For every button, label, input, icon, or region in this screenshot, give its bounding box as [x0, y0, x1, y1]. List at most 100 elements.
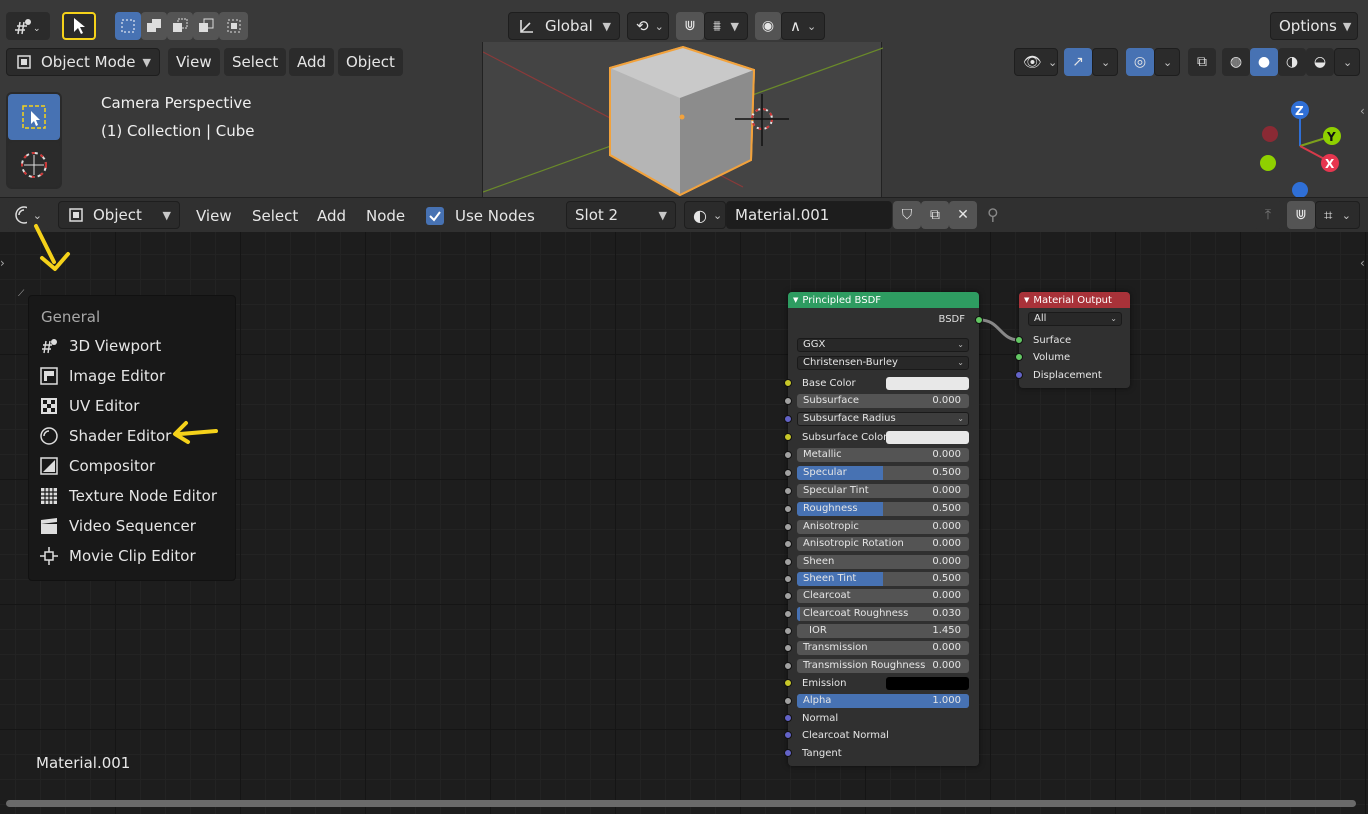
- menu-item-video-sequencer[interactable]: Video Sequencer: [39, 512, 235, 540]
- value-slider[interactable]: Clearcoat Roughness 0.030: [797, 607, 969, 621]
- gizmo-dropdown[interactable]: ⌄: [1092, 48, 1118, 76]
- value-slider[interactable]: Roughness 0.500: [797, 502, 969, 516]
- subsurface-color-swatch[interactable]: [886, 431, 969, 444]
- pivot-point-dropdown[interactable]: ⟲ ⌄: [627, 12, 669, 40]
- editor-type-viewport[interactable]: ⌄: [6, 12, 50, 40]
- collapse-arrow-icon[interactable]: ▼: [1024, 296, 1029, 304]
- gizmo-neg-z[interactable]: [1292, 182, 1308, 197]
- emission-swatch[interactable]: [886, 677, 969, 690]
- input-socket[interactable]: [784, 540, 792, 548]
- value-slider[interactable]: Sheen 0.000: [797, 555, 969, 569]
- input-socket[interactable]: [784, 644, 792, 652]
- select-extend-button[interactable]: [141, 12, 167, 40]
- shading-rendered[interactable]: ◒: [1306, 48, 1334, 76]
- node-menu-select[interactable]: Select: [252, 198, 298, 233]
- input-socket[interactable]: [784, 451, 792, 459]
- principled-node-header[interactable]: ▼ Principled BSDF: [788, 292, 979, 308]
- horizontal-scrollbar[interactable]: [6, 800, 1356, 807]
- menu-select[interactable]: Select: [224, 48, 287, 76]
- output-node-header[interactable]: ▼ Material Output: [1019, 292, 1130, 308]
- select-difference-button[interactable]: [193, 12, 219, 40]
- base-color-swatch[interactable]: [886, 377, 969, 390]
- select-intersect-button[interactable]: [219, 12, 248, 40]
- options-dropdown[interactable]: Options ▼: [1270, 12, 1358, 40]
- overlays-dropdown[interactable]: ⌄: [1154, 48, 1180, 76]
- tangent-socket[interactable]: [784, 749, 792, 757]
- parent-tree-button[interactable]: ⤒: [1254, 201, 1282, 229]
- subsurface-method-dropdown[interactable]: Christensen-Burley ⌄: [797, 356, 969, 370]
- value-slider[interactable]: Specular 0.500: [797, 466, 969, 480]
- transform-orientation-dropdown[interactable]: Global ▼: [508, 12, 620, 40]
- browse-material-dropdown[interactable]: ◐ ⌄: [684, 201, 726, 229]
- menu-item-compositor[interactable]: Compositor: [39, 452, 235, 480]
- value-slider[interactable]: Transmission Roughness 0.000: [797, 659, 969, 673]
- input-socket[interactable]: [784, 469, 792, 477]
- collapse-arrow-icon[interactable]: ▼: [793, 296, 798, 304]
- duplicate-material-button[interactable]: ⧉: [921, 201, 949, 229]
- material-name-field[interactable]: Material.001: [726, 201, 892, 229]
- input-socket[interactable]: [784, 592, 792, 600]
- select-box-new-button[interactable]: [115, 12, 141, 40]
- emission-socket[interactable]: [784, 679, 792, 687]
- principled-bsdf-node[interactable]: ▼ Principled BSDF BSDF GGX ⌄ Christensen-…: [784, 292, 983, 766]
- mode-dropdown[interactable]: Object Mode ▼: [6, 48, 160, 76]
- falloff-dropdown[interactable]: ∧ ⌄: [781, 12, 825, 40]
- material-output-node[interactable]: ▼ Material Output All ⌄ Surface Volume Di…: [1015, 292, 1130, 388]
- output-target-dropdown[interactable]: All ⌄: [1028, 312, 1122, 326]
- value-slider[interactable]: Sheen Tint 0.500: [797, 572, 969, 586]
- cursor-tool-button[interactable]: [8, 142, 60, 187]
- surface-socket[interactable]: [1015, 336, 1023, 344]
- gizmo-toggle[interactable]: ↗: [1064, 48, 1092, 76]
- select-tool-button[interactable]: [62, 12, 96, 40]
- shading-solid[interactable]: ●: [1250, 48, 1278, 76]
- value-slider[interactable]: Clearcoat 0.000: [797, 589, 969, 603]
- input-socket[interactable]: [784, 397, 792, 405]
- node-snap-toggle[interactable]: ⋓: [1287, 201, 1315, 229]
- input-socket[interactable]: [784, 523, 792, 531]
- normal-socket[interactable]: [784, 714, 792, 722]
- proportional-edit-toggle[interactable]: ◉: [755, 12, 781, 40]
- value-slider[interactable]: Anisotropic 0.000: [797, 520, 969, 534]
- shading-dropdown[interactable]: ⌄: [1334, 48, 1360, 76]
- input-socket[interactable]: [784, 610, 792, 618]
- value-slider[interactable]: IOR 1.450: [797, 624, 969, 638]
- subsurface-color-socket[interactable]: [784, 433, 792, 441]
- value-slider[interactable]: Transmission 0.000: [797, 641, 969, 655]
- node-snap-dropdown[interactable]: ⌗ ⌄: [1315, 201, 1360, 229]
- input-socket[interactable]: [784, 575, 792, 583]
- visibility-dropdown[interactable]: 👁 ⌄: [1014, 48, 1058, 76]
- value-slider[interactable]: Anisotropic Rotation 0.000: [797, 537, 969, 551]
- input-socket[interactable]: [784, 558, 792, 566]
- menu-view[interactable]: View: [168, 48, 220, 76]
- clearcoat-normal-socket[interactable]: [784, 731, 792, 739]
- node-menu-add[interactable]: Add: [317, 198, 346, 233]
- use-nodes-checkbox[interactable]: [426, 207, 444, 225]
- overlays-toggle[interactable]: ◎: [1126, 48, 1154, 76]
- menu-object[interactable]: Object: [338, 48, 403, 76]
- displacement-socket[interactable]: [1015, 371, 1023, 379]
- subsurface-radius-socket[interactable]: [784, 415, 792, 423]
- slot-dropdown[interactable]: Slot 2 ▼: [566, 201, 676, 229]
- tweak-tool-button[interactable]: [8, 94, 60, 140]
- 3d-viewport[interactable]: ⌄ Global ▼ ⟲ ⌄ ⋓ ⩩ ▼ ◉ ∧ ⌄ Options ▼ Obj…: [0, 0, 1368, 197]
- pin-icon[interactable]: ⚲: [987, 205, 999, 224]
- fake-user-button[interactable]: ⛉: [893, 201, 921, 229]
- subsurface-radius-field[interactable]: Subsurface Radius ⌄: [797, 412, 969, 426]
- node-editor-canvas[interactable]: ▼ Principled BSDF BSDF GGX ⌄ Christensen-…: [0, 224, 1368, 814]
- menu-item-texture-node-editor[interactable]: Texture Node Editor: [39, 482, 235, 510]
- input-socket[interactable]: [784, 697, 792, 705]
- menu-add[interactable]: Add: [289, 48, 335, 76]
- value-slider[interactable]: Subsurface 0.000: [797, 394, 969, 408]
- unlink-material-button[interactable]: ✕: [949, 201, 977, 229]
- node-toolbar-toggle-icon[interactable]: ›: [0, 256, 5, 270]
- select-subtract-button[interactable]: [167, 12, 193, 40]
- snap-target-dropdown[interactable]: ⩩ ▼: [704, 12, 748, 40]
- navigation-gizmo[interactable]: Z Y X: [1250, 96, 1350, 197]
- input-socket[interactable]: [784, 627, 792, 635]
- distribution-dropdown[interactable]: GGX ⌄: [797, 338, 969, 352]
- sidebar-toggle-icon[interactable]: ‹: [1360, 104, 1365, 118]
- input-socket[interactable]: [784, 505, 792, 513]
- snap-toggle[interactable]: ⋓: [676, 12, 704, 40]
- bsdf-output-socket[interactable]: [975, 316, 983, 324]
- value-slider[interactable]: Alpha 1.000: [797, 694, 969, 708]
